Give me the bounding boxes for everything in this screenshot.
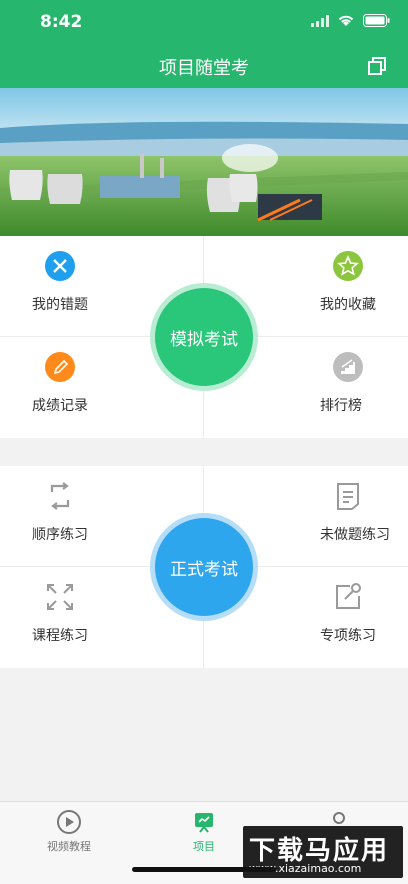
- star-icon: [333, 251, 363, 281]
- sequential-practice-label: 顺序练习: [32, 527, 88, 543]
- tab-projects[interactable]: 项目: [159, 808, 249, 854]
- document-icon: [337, 483, 359, 510]
- mock-exam-button[interactable]: 模拟考试: [155, 288, 253, 386]
- wifi-icon: [338, 15, 354, 26]
- repeat-icon: [50, 482, 70, 510]
- topic-practice-label: 专项练习: [320, 628, 376, 644]
- pencil-icon: [45, 352, 75, 382]
- close-icon: [45, 251, 75, 281]
- unanswered-practice-label: 未做题练习: [320, 527, 390, 543]
- power-plant-illustration: [0, 88, 408, 236]
- exam-section: 我的错题 我的收藏 成绩记录 排行榜 模拟考试: [0, 236, 408, 438]
- my-favorites-label: 我的收藏: [320, 297, 376, 313]
- course-practice-label: 课程练习: [32, 628, 88, 644]
- leaderboard-label: 排行榜: [320, 398, 362, 414]
- page-title: 项目随堂考: [159, 58, 249, 79]
- tab-projects-label: 项目: [193, 840, 215, 853]
- signal-icon: [311, 14, 329, 27]
- score-records-label: 成绩记录: [32, 398, 88, 414]
- chart-rise-icon: [333, 352, 363, 382]
- copy-icon[interactable]: [366, 55, 388, 77]
- status-time: 8:42: [40, 12, 83, 32]
- presentation-icon: [195, 813, 213, 833]
- tab-video-tutorials-label: 视频教程: [47, 840, 91, 853]
- formal-exam-button[interactable]: 正式考试: [155, 518, 253, 616]
- edit-box-icon: [336, 583, 361, 609]
- battery-icon: [363, 14, 390, 27]
- tab-video-tutorials[interactable]: 视频教程: [24, 808, 114, 854]
- expand-icon: [47, 584, 73, 610]
- banner-image: [0, 88, 408, 236]
- home-indicator[interactable]: [132, 867, 276, 872]
- play-circle-icon: [57, 810, 81, 834]
- status-bar: 8:42: [0, 0, 408, 44]
- my-wrong-answers-label: 我的错题: [32, 297, 88, 313]
- practice-section: 顺序练习 未做题练习 课程练习 专项练习 正式考试: [0, 466, 408, 668]
- status-indicators: [311, 14, 390, 27]
- nav-bar: 项目随堂考: [0, 44, 408, 88]
